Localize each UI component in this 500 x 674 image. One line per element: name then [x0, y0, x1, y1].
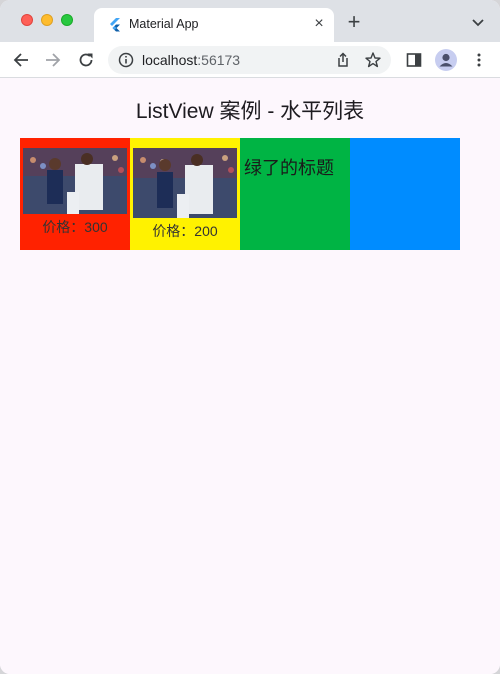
list-item-blue[interactable]: [350, 138, 460, 250]
close-window-button[interactable]: [21, 14, 33, 26]
browser-window: Material App × + localhost:56173 ListVie…: [0, 0, 500, 674]
profile-icon: [439, 53, 453, 67]
horizontal-list[interactable]: 价格：300 价格：200 绿了的标题: [20, 138, 460, 250]
address-bar[interactable]: localhost:56173: [108, 46, 391, 74]
page-title: ListView 案例 - 水平列表: [135, 100, 365, 123]
flutter-logo-icon: [110, 18, 120, 32]
minimize-window-button[interactable]: [41, 14, 53, 26]
info-icon[interactable]: [118, 52, 134, 68]
basketball-photo-image: [133, 148, 237, 218]
list-item-red[interactable]: 价格：300: [20, 138, 130, 250]
green-item-title: 绿了的标题: [244, 158, 334, 178]
tab-material-app[interactable]: Material App ×: [94, 8, 334, 42]
url-host: localhost: [142, 52, 198, 68]
maximize-window-button[interactable]: [61, 14, 73, 26]
list-item-yellow[interactable]: 价格：200: [130, 138, 240, 250]
tab-close-icon[interactable]: ×: [310, 15, 328, 33]
side-panel-icon[interactable]: [405, 51, 423, 69]
basketball-photo: [133, 148, 237, 218]
basketball-photo-image: [23, 148, 127, 214]
app-page: ListView 案例 - 水平列表 价格：300 价格：200 绿了的标题: [0, 79, 500, 674]
basketball-photo: [23, 148, 127, 214]
star-icon[interactable]: [364, 51, 382, 69]
profile-avatar[interactable]: [435, 49, 457, 71]
url-port: :56173: [197, 52, 241, 68]
more-vert-icon[interactable]: [470, 51, 488, 69]
new-tab-button[interactable]: +: [344, 11, 364, 33]
url-text: localhost:56173: [142, 52, 240, 68]
price-label: 价格：200: [152, 223, 218, 239]
browser-toolbar: localhost:56173: [0, 42, 500, 78]
back-arrow-icon[interactable]: [12, 51, 30, 69]
list-item-green[interactable]: 绿了的标题: [240, 138, 350, 250]
reload-icon[interactable]: [77, 51, 95, 69]
tab-search-icon[interactable]: [470, 14, 486, 30]
price-label: 价格：300: [42, 219, 108, 235]
tab-title: Material App: [129, 17, 199, 31]
share-icon[interactable]: [334, 51, 352, 69]
tab-strip: Material App × +: [0, 0, 500, 42]
forward-arrow-icon[interactable]: [44, 51, 62, 69]
